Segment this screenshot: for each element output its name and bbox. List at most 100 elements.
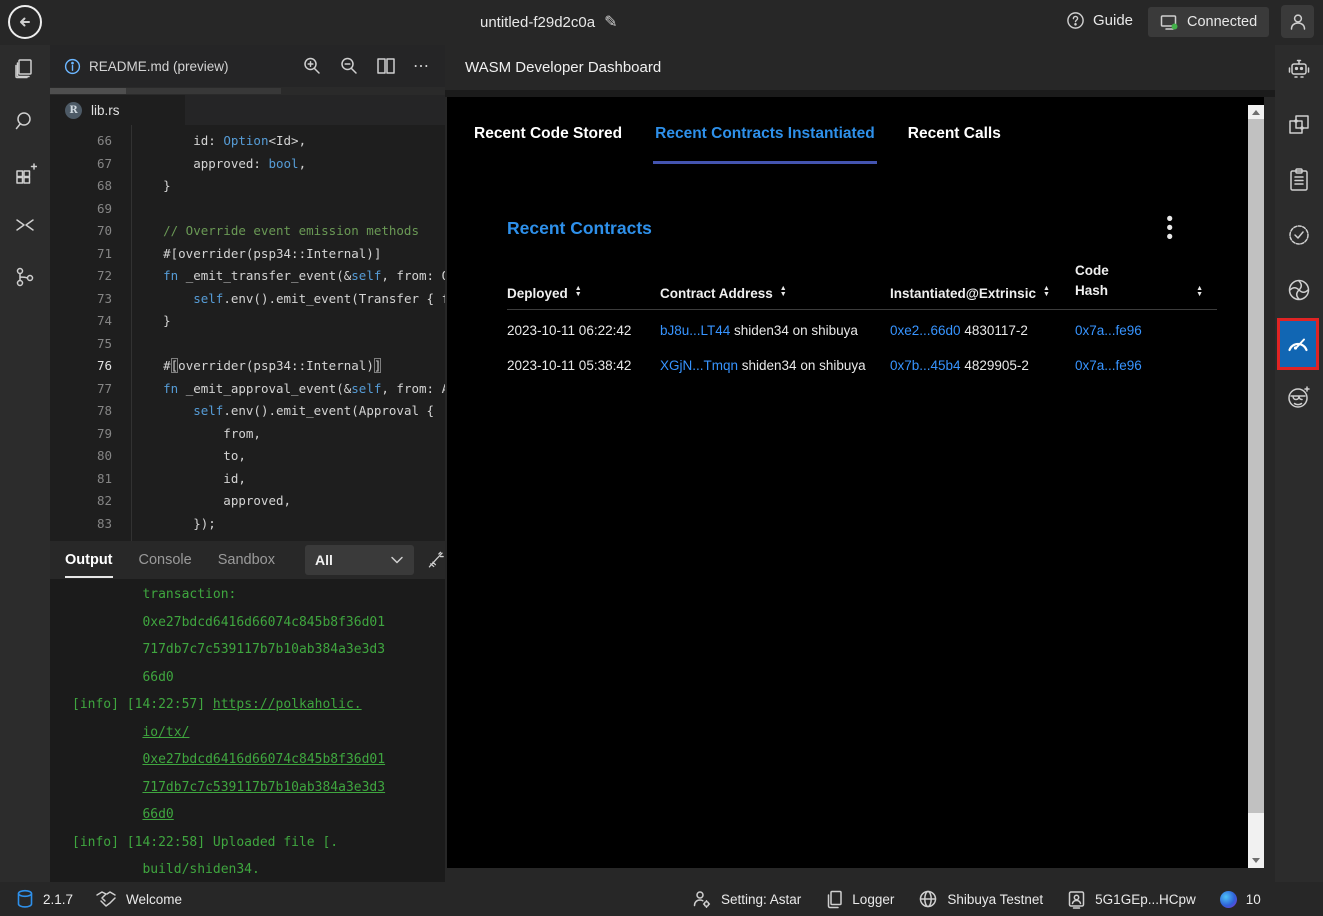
handshake-icon xyxy=(95,889,117,909)
files-button[interactable] xyxy=(11,55,39,83)
extrinsic-link[interactable]: 0xe2...66d0 xyxy=(890,323,961,338)
contract-address-link[interactable]: bJ8u...LT44 xyxy=(660,323,730,338)
zoom-in-icon[interactable] xyxy=(302,56,322,76)
search-icon xyxy=(13,109,37,133)
edit-title-icon[interactable]: ✎ xyxy=(604,12,617,32)
clear-output-icon[interactable] xyxy=(426,549,445,571)
fun-button[interactable] xyxy=(1284,382,1314,412)
cell-code-hash: 0x7a...fe96 xyxy=(1075,320,1217,341)
tab-recent-contracts-instantiated[interactable]: Recent Contracts Instantiated xyxy=(653,110,877,164)
code-hash-link[interactable]: 0x7a...fe96 xyxy=(1075,358,1142,373)
output-panel: Output Console Sandbox All transaction: … xyxy=(50,541,445,882)
text-segment: approved: xyxy=(133,156,268,171)
text-segment: } xyxy=(133,178,171,193)
scroll-up-icon[interactable] xyxy=(1248,105,1264,120)
sort-icon: ▲▼ xyxy=(1043,286,1050,301)
output-link[interactable]: 66d0 xyxy=(142,807,173,822)
text-segment: #[overrider(psp34::Internal)] xyxy=(133,246,381,261)
output-link[interactable]: https://polkaholic. xyxy=(213,697,362,712)
output-line: 66d0 xyxy=(72,801,445,829)
line-number: 71 xyxy=(50,243,112,266)
tab-output[interactable]: Output xyxy=(65,541,113,579)
tab-recent-calls[interactable]: Recent Calls xyxy=(906,110,1003,164)
code-line: 69 xyxy=(50,198,445,221)
extensions-button[interactable] xyxy=(11,159,39,187)
dashboard-scrollbar[interactable] xyxy=(1248,105,1264,868)
header-deployed[interactable]: Deployed ▲▼ xyxy=(507,286,660,301)
dashboard-header: WASM Developer Dashboard xyxy=(445,45,1275,90)
guide-button[interactable]: Guide xyxy=(1066,11,1133,30)
header-code-hash[interactable]: Code Hash ▲▼ xyxy=(1075,261,1217,301)
code-line: 74 } xyxy=(50,310,445,333)
tab-console[interactable]: Console xyxy=(139,541,192,579)
contract-address-link[interactable]: XGjN...Tmqn xyxy=(660,358,738,373)
line-number: 83 xyxy=(50,513,112,536)
code-text: self.env().emit_event(Approval { xyxy=(133,400,434,423)
text-segment: 0xe27bdcd6416d66074c845b8f36d01 xyxy=(72,615,385,630)
code-text: from, xyxy=(133,423,261,446)
welcome-item[interactable]: Welcome xyxy=(95,889,182,909)
output-filter-select[interactable]: All xyxy=(305,545,414,575)
tab-sandbox[interactable]: Sandbox xyxy=(218,541,275,579)
scroll-down-icon[interactable] xyxy=(1248,853,1264,868)
code-line: 70 // Override event emission methods xyxy=(50,220,445,243)
collapse-button[interactable] xyxy=(11,211,39,239)
text-segment: bool xyxy=(268,156,298,171)
output-link[interactable]: io/tx/ xyxy=(142,725,189,740)
header-instantiated-extrinsic[interactable]: Instantiated@Extrinsic ▲▼ xyxy=(890,286,1075,301)
cell-contract-address: bJ8u...LT44 shiden34 on shibuya xyxy=(660,320,890,341)
guide-label: Guide xyxy=(1093,12,1133,29)
code-text: } xyxy=(133,175,171,198)
text-segment: self xyxy=(193,403,223,418)
split-editor-icon[interactable] xyxy=(376,57,396,75)
ai-button[interactable] xyxy=(1284,275,1314,305)
code-editor[interactable]: 66 id: Option<Id>,67 approved: bool,68 }… xyxy=(50,125,445,541)
titlebar: untitled-f29d2c0a ✎ Guide Connected xyxy=(0,0,1323,45)
globe-icon xyxy=(918,889,938,909)
setting-item[interactable]: Setting: Astar xyxy=(692,889,801,909)
header-contract-address[interactable]: Contract Address ▲▼ xyxy=(660,286,890,301)
output-link[interactable]: 0xe27bdcd6416d66074c845b8f36d01 xyxy=(142,752,385,767)
tab-recent-code-stored[interactable]: Recent Code Stored xyxy=(472,110,624,164)
tab-librs[interactable]: R lib.rs xyxy=(50,95,185,125)
connected-button[interactable]: Connected xyxy=(1148,7,1269,37)
assistant-button[interactable] xyxy=(1284,55,1314,85)
dashboard-button-active[interactable] xyxy=(1277,318,1319,370)
logger-item[interactable]: Logger xyxy=(825,889,894,909)
source-control-button[interactable] xyxy=(11,263,39,291)
statusbar-right: Setting: Astar Logger Shibuya Testnet 5G… xyxy=(692,889,1261,909)
output-link[interactable]: 717db7c7c539117b7b10ab384a3e3d3 xyxy=(142,780,385,795)
cell-extrinsic: 0xe2...66d0 4830117-2 xyxy=(890,320,1075,341)
verify-button[interactable] xyxy=(1284,220,1314,250)
scrollbar-thumb[interactable] xyxy=(1248,119,1264,813)
code-hash-link[interactable]: 0x7a...fe96 xyxy=(1075,323,1142,338)
search-button[interactable] xyxy=(11,107,39,135)
kebab-menu-icon[interactable]: ••• xyxy=(1166,215,1173,242)
cell-code-hash: 0x7a...fe96 xyxy=(1075,355,1217,376)
balance-item[interactable]: 10 xyxy=(1220,891,1261,908)
section-title: Recent Contracts xyxy=(507,218,1264,239)
line-number: 68 xyxy=(50,175,112,198)
account-label: 5G1GEp...HCpw xyxy=(1095,892,1196,907)
more-actions-icon[interactable]: ⋯ xyxy=(413,56,431,76)
extrinsic-link[interactable]: 0x7b...45b4 xyxy=(890,358,961,373)
account-button[interactable] xyxy=(1281,5,1314,38)
line-number: 79 xyxy=(50,423,112,446)
tab-readme-preview[interactable]: README.md (preview) xyxy=(64,58,229,75)
tasks-button[interactable] xyxy=(1284,165,1314,195)
account-item[interactable]: 5G1GEp...HCpw xyxy=(1067,889,1196,909)
line-number: 82 xyxy=(50,490,112,513)
zoom-out-icon[interactable] xyxy=(339,56,359,76)
text-segment: [info] [14:22:58] Uploaded file [. xyxy=(72,835,338,850)
version-item[interactable]: 2.1.7 xyxy=(16,889,73,909)
back-button[interactable] xyxy=(8,5,42,39)
network-item[interactable]: Shibuya Testnet xyxy=(918,889,1043,909)
contracts-table: Deployed ▲▼ Contract Address ▲▼ Instanti… xyxy=(507,261,1217,380)
balance-count: 10 xyxy=(1246,892,1261,907)
code-line: 82 approved, xyxy=(50,490,445,513)
text-segment xyxy=(133,268,163,283)
contracts-button[interactable] xyxy=(1284,110,1314,140)
code-line: 81 id, xyxy=(50,468,445,491)
files-icon xyxy=(13,57,37,81)
line-number: 76 xyxy=(50,355,112,378)
